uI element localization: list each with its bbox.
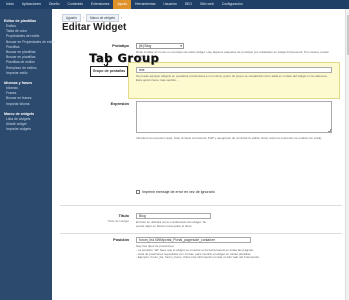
expression-textarea[interactable] [136,101,332,133]
position-help: Hay tres tipos de posiciones: - La posic… [136,244,262,260]
tab-usuarios[interactable]: Usuarios [159,0,180,9]
sidebar-item[interactable]: Importar estilo [4,71,48,76]
tab-herramientas[interactable]: Herramientas [131,0,159,9]
breadcrumb: Agustín › Marco de widgets › [62,14,122,22]
sidebar-item[interactable]: Importar widgets [4,127,48,132]
sidebar-item[interactable]: Importar idioma [4,102,48,107]
prototype-select[interactable]: [tk] Blog ▾ [136,43,184,49]
breadcrumb-separator-icon: › [82,16,84,20]
position-label: Posición [113,238,129,242]
sidebar-section: Marco de widgets Lista de widgets Añadir w… [0,111,52,133]
tab-group-overlay-label: Tab Group [89,51,160,65]
print-error-checkbox[interactable] [136,190,140,194]
position-input[interactable]: forum_list.XWMportal_Portal_pagenode_con… [136,237,251,243]
resize-grip-icon[interactable] [327,128,331,132]
prototype-label: Prototipo [112,44,129,48]
chevron-down-icon: ▾ [180,44,182,48]
page-title: Editar Widget [62,22,127,33]
print-error-label: Imprimir mensaje de error en vez de igno… [142,190,215,194]
tab-diseño[interactable]: Diseño [45,0,64,9]
tab-configuración[interactable]: Configuración [218,0,247,9]
tab-group-input[interactable]: test [136,67,332,73]
prototype-help: Debe instalar al menos un prototipo de e… [136,50,329,58]
expression-help: Introduce la expresión aquí. Usar sintax… [136,136,323,140]
tab-sitio-web[interactable]: Sitio web [196,0,218,9]
tab-ayuda[interactable]: Ayuda [113,0,132,9]
prototype-select-value: [tk] Blog [139,44,152,48]
expression-label: Expresión [110,102,129,106]
divider [60,233,342,234]
sidebar-section: Editor de plantillas Estilos Tabla de colo… [0,18,55,76]
tab-group-field-label: Grupo de pestañas [90,66,128,77]
breadcrumb-widget-framework[interactable]: Marco de widgets [85,14,119,22]
tab-seo[interactable]: SEO [181,0,196,9]
top-navigation: Inicio Aplicaciones Diseño Contenido Extensi… [0,0,349,9]
title-help: El título se utilizará como encabezado d… [136,220,207,228]
tab-contenido[interactable]: Contenido [64,0,87,9]
tab-extensiones[interactable]: Extensiones [87,0,113,9]
title-sublabel: Titulo del widget [107,219,129,223]
tab-group-help: Se puede agrupar widgets en pestañas pon… [136,74,328,82]
divider [60,205,342,206]
scrollbar[interactable] [345,9,349,300]
print-error-option[interactable]: Imprimir mensaje de error en vez de igno… [136,190,215,194]
breadcrumb-separator-icon: › [120,16,123,20]
sidebar-section: Idiomas y frases Idiomas Frases Buscar en f… [0,80,52,107]
title-label: Título [118,214,129,218]
tab-aplicaciones[interactable]: Aplicaciones [18,0,45,9]
breadcrumb-home[interactable]: Agustín [62,14,81,22]
sidebar: Editor de plantillas Estilos Tabla de colo… [0,9,55,300]
title-input[interactable]: Blog [136,213,211,219]
tab-inicio[interactable]: Inicio [2,0,18,9]
